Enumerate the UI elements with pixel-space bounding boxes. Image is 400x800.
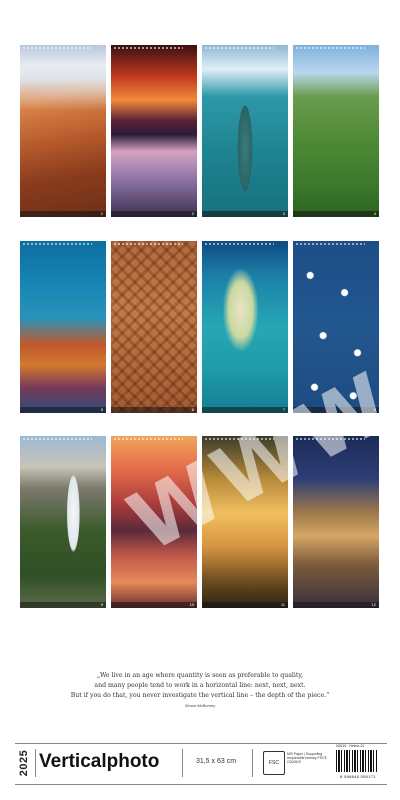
divider [182,749,183,777]
photo-grid: 1 2 3 4 5 6 7 8 9 10 11 12 [20,45,380,611]
photo-tile-12: 12 [293,436,379,608]
photo-tile-10: 10 [111,436,197,608]
calendar-size: 31,5 x 63 cm [195,758,237,765]
quote-line-3: But if you do that, you never investigat… [70,692,330,699]
product-code: N2615 Helma 24 [336,744,365,748]
barcode-icon [336,750,378,772]
photo-tile-1: 1 [20,45,106,217]
photo-tile-5: 5 [20,241,106,413]
quote-line-1: „We live in an age where quantity is see… [96,672,303,679]
photo-tile-2: 2 [111,45,197,217]
divider [35,749,36,777]
quote-author: Simon McBurney [184,703,216,708]
quote-line-2: and many people tend to work in a horizo… [94,682,306,689]
photo-tile-11: 11 [202,436,288,608]
fsc-text: MIX Paper | Supporting responsible fores… [287,752,327,765]
photo-tile-9: 9 [20,436,106,608]
barcode-number: 8 596640 050171 [340,774,376,779]
divider [252,749,253,777]
calendar-title: Verticalphoto [39,751,160,772]
photo-tile-3: 3 [202,45,288,217]
photo-tile-7: 7 [202,241,288,413]
quote-text: „We live in an age where quantity is see… [40,671,360,701]
fsc-logo-icon: FSC [263,751,285,775]
year-label: 2025 [18,749,30,777]
photo-tile-6: 6 [111,241,197,413]
photo-tile-4: 4 [293,45,379,217]
photo-tile-8: 8 [293,241,379,413]
